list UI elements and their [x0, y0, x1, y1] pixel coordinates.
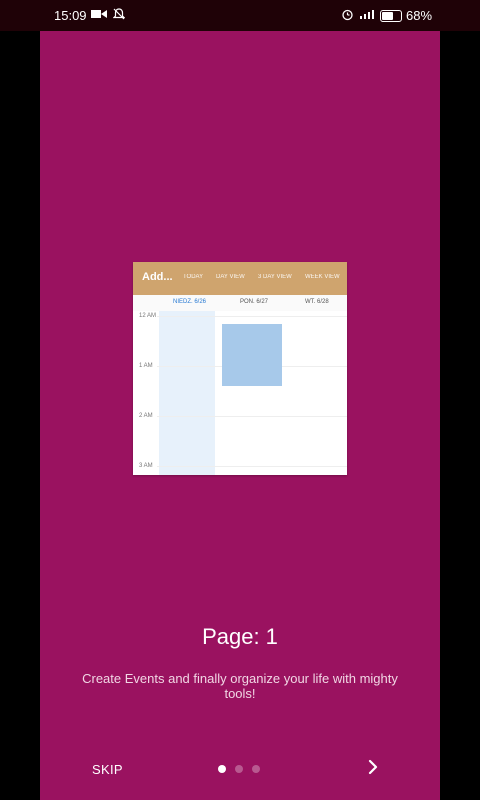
preview-day-header: WT. 6/28 — [305, 299, 329, 305]
preview-hour-label: 3 AM — [139, 463, 153, 469]
battery-percent: 68% — [406, 8, 433, 23]
preview-day-header: PON. 6/27 — [240, 299, 269, 305]
chevron-right-icon — [368, 759, 378, 775]
preview-day-headers: NIEDZ. 6/26 PON. 6/27 WT. 6/28 — [133, 295, 347, 311]
preview-hour-line — [157, 416, 347, 417]
battery-icon — [380, 10, 402, 22]
page-title: Page: 1 — [202, 624, 278, 649]
onboarding-screen: Add... TODAY DAY VIEW 3 DAY VIEW WEEK VI… — [40, 31, 440, 800]
preview-grid: 12 AM 1 AM 2 AM 3 AM — [133, 311, 347, 475]
preview-tab-today: TODAY — [183, 274, 204, 280]
preview-tab-week-view: WEEK VIEW — [305, 274, 340, 280]
status-bar: 15:09 68% — [0, 0, 480, 31]
next-button[interactable] — [363, 757, 383, 777]
preview-hour-line — [157, 316, 347, 317]
notifications-off-icon — [112, 8, 126, 23]
alarm-icon — [341, 8, 354, 24]
skip-button[interactable]: SKIP — [92, 762, 123, 777]
preview-hour-label: 2 AM — [139, 413, 153, 419]
preview-hour-line — [157, 466, 347, 467]
status-time: 15:09 — [54, 8, 87, 23]
preview-hour-label: 12 AM — [139, 313, 157, 319]
preview-tab-day-view: DAY VIEW — [216, 274, 245, 280]
page-description: Create Events and finally organize your … — [82, 671, 398, 701]
preview-day-header: NIEDZ. 6/26 — [173, 299, 207, 305]
preview-toolbar: Add... TODAY DAY VIEW 3 DAY VIEW WEEK VI… — [133, 262, 347, 295]
page-dot — [252, 765, 260, 773]
preview-event — [222, 324, 282, 386]
preview-tab-3-day-view: 3 DAY VIEW — [258, 274, 292, 280]
calendar-preview: Add... TODAY DAY VIEW 3 DAY VIEW WEEK VI… — [133, 262, 347, 475]
preview-today-column — [159, 311, 215, 475]
preview-toolbar-title: Add... — [142, 271, 173, 283]
signal-icon — [359, 8, 375, 23]
video-icon — [91, 8, 107, 23]
page-dot — [235, 765, 243, 773]
preview-hour-label: 1 AM — [139, 363, 153, 369]
page-dot — [218, 765, 226, 773]
